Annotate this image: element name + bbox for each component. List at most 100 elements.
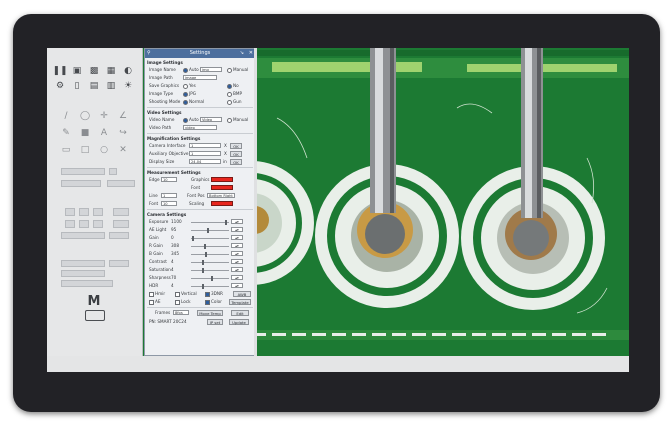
tool-combo-5[interactable] [61,260,105,267]
hmir-checkbox[interactable]: Hmir [149,291,165,297]
tool-grid-7[interactable] [93,220,103,228]
tool-combo-1[interactable] [61,168,105,175]
font-size-input[interactable]: 10 [161,201,177,206]
pause-icon[interactable]: ❚❚ [52,66,67,76]
font-pos-select[interactable]: Bottom Right [207,193,235,198]
camera-spinbox[interactable]: ▴▾ [231,219,243,224]
tool-combo-3[interactable] [107,180,135,187]
auxiliary-objective-ok-button[interactable]: OK [230,151,242,157]
tool-grid-3[interactable] [93,208,103,216]
ellipse-icon[interactable]: □ [80,145,90,155]
tool-grid-6[interactable] [79,220,89,228]
slider-thumb[interactable] [191,235,194,241]
edge-input[interactable]: 10 [161,177,177,182]
tool-combo-7[interactable] [61,280,113,287]
font-color-swatch[interactable] [211,185,233,190]
tool-button-1[interactable] [109,232,129,239]
update-button[interactable]: Update [229,319,249,325]
camera-slider[interactable] [191,261,229,263]
image-type-bmp-radio[interactable]: BMP [227,91,242,97]
gallery-icon[interactable]: ▤ [89,81,99,91]
video-name-input[interactable]: Video_ [200,117,222,122]
template-button[interactable]: Template [229,299,251,305]
line-input[interactable]: 1 [161,193,177,198]
video-name-manual-radio[interactable]: Manual [227,117,248,123]
slider-thumb[interactable] [203,243,206,249]
layout-icon[interactable]: ▥ [106,81,116,91]
display-size-ok-button[interactable]: OK [230,159,242,165]
camera-interface-input[interactable]: 1 [189,143,221,148]
graphics-color-swatch[interactable] [211,177,233,182]
camera-spinbox[interactable]: ▴▾ [231,275,243,280]
denoise-checkbox[interactable]: 3DNR [205,291,223,297]
ruler-icon[interactable]: ■ [80,128,90,138]
video-camera-icon[interactable]: ▩ [89,66,99,76]
slider-thumb[interactable] [205,251,208,257]
camera-spinbox[interactable]: ▴▾ [231,259,243,264]
camera-spinbox[interactable]: ▴▾ [231,283,243,288]
camera-icon[interactable]: ▣ [72,66,82,76]
camera-spinbox[interactable]: ▴▾ [231,267,243,272]
slider-thumb[interactable] [201,267,204,273]
tool-grid-5[interactable] [65,220,75,228]
camera-slider[interactable] [191,229,229,231]
tool-button-2[interactable] [109,260,129,267]
camera-slider[interactable] [191,237,229,239]
camera-slider[interactable] [191,253,229,255]
display-size-input[interactable]: 24.04 [189,159,221,164]
camera-spinbox[interactable]: ▴▾ [231,251,243,256]
settings-icon[interactable]: ⚙ [55,81,65,91]
image-name-auto-radio[interactable]: Auto [183,67,199,73]
tool-toggle-1[interactable] [109,168,117,175]
pen-icon[interactable]: ✎ [61,128,71,138]
arrow-icon[interactable]: ↪ [118,128,128,138]
delete-icon[interactable]: ✕ [118,145,128,155]
move-temp-button[interactable]: Move Temp [197,310,223,316]
lock-checkbox[interactable]: Lock [175,299,191,305]
video-name-auto-radio[interactable]: Auto [183,117,199,123]
camera-spinbox[interactable]: ▴▾ [231,243,243,248]
angle-icon[interactable]: ∠ [118,111,128,121]
image-name-manual-radio[interactable]: Manual [227,67,248,73]
ip-set-button[interactable]: IP set [207,319,223,325]
image-path-select[interactable]: image [183,75,217,80]
contrast-icon[interactable]: ◐ [123,66,133,76]
scaling-color-swatch[interactable] [211,201,233,206]
tool-combo-4[interactable] [61,232,105,239]
video-path-select[interactable]: video [183,125,217,130]
shooting-mode-normal-radio[interactable]: Normal [183,99,204,105]
slider-thumb[interactable] [210,275,213,281]
camera-settings-icon[interactable]: ▦ [106,66,116,76]
camera-spinbox[interactable]: ▴▾ [231,227,243,232]
vertical-checkbox[interactable]: Vertical [175,291,197,297]
edit-button[interactable]: Edit [231,310,249,316]
brightness-icon[interactable]: ☀ [123,81,133,91]
pin-icon[interactable]: ↘ [240,49,244,58]
close-icon[interactable]: ✕ [249,49,253,58]
save-graphics-no-radio[interactable]: No [227,83,239,89]
tool-grid-8[interactable] [113,220,129,228]
save-graphics-yes-radio[interactable]: Yes [183,83,196,89]
line-icon[interactable]: ∕ [61,111,71,121]
camera-slider[interactable] [191,285,229,287]
tool-grid-4[interactable] [113,208,129,216]
camera-slider[interactable] [191,245,229,247]
ae-checkbox[interactable]: AE [149,299,161,305]
undo-icon[interactable]: ○ [99,145,109,155]
slider-thumb[interactable] [201,259,204,265]
text-icon[interactable]: A [99,128,109,138]
color-checkbox[interactable]: Color [205,299,222,305]
awb-button[interactable]: AWB [233,291,251,297]
slider-thumb[interactable] [225,219,228,225]
slider-thumb[interactable] [201,283,204,289]
rectangle-icon[interactable]: ▭ [61,145,71,155]
tool-combo-6[interactable] [61,270,105,277]
camera-spinbox[interactable]: ▴▾ [231,235,243,240]
settings-scroll-gutter[interactable] [254,48,257,356]
camera-interface-ok-button[interactable]: OK [230,143,242,149]
frames-select[interactable]: 8fps [173,310,189,315]
camera-slider[interactable] [191,221,229,223]
auxiliary-objective-input[interactable]: 1 [189,151,221,156]
camera-slider[interactable] [191,269,229,271]
tool-grid-1[interactable] [65,208,75,216]
